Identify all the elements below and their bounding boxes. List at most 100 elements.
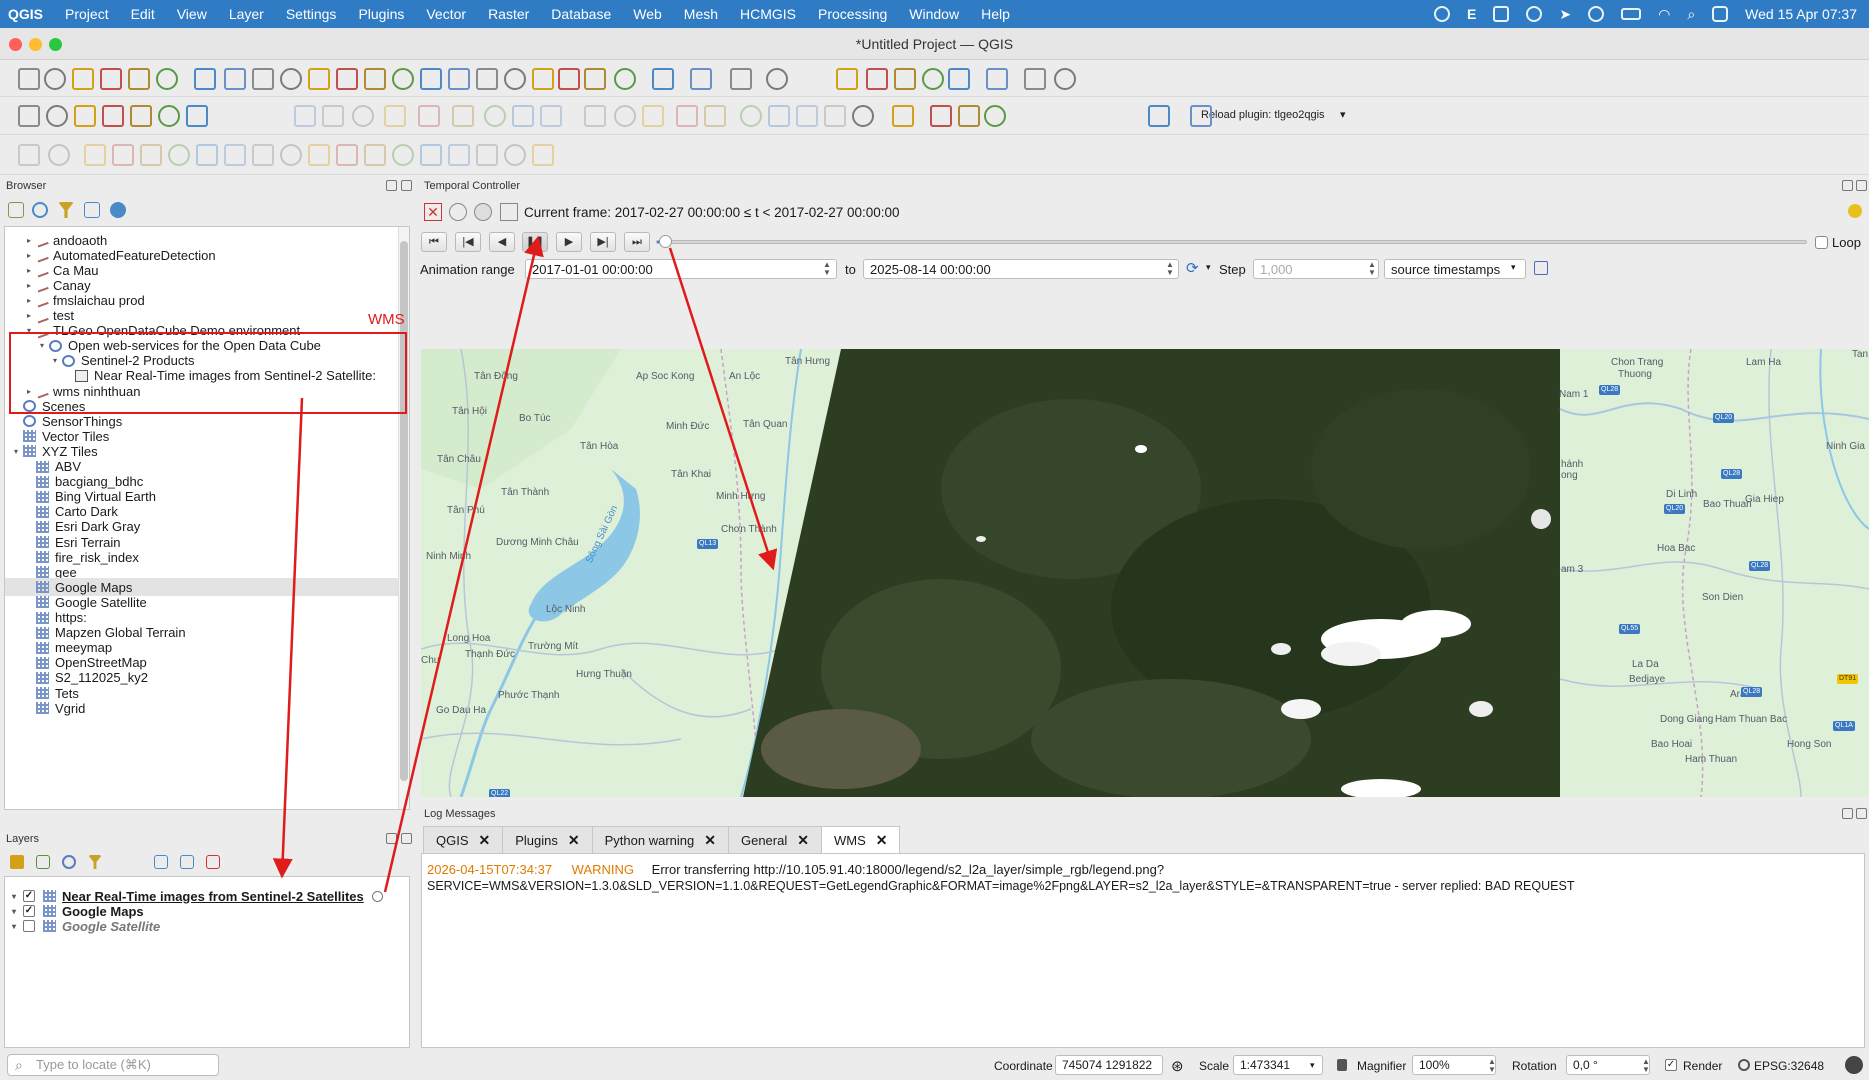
tb2-tool-21-icon[interactable] [704,105,726,127]
rotation-input[interactable]: 0,0 ° [1566,1055,1650,1075]
tb2-tool-19-icon[interactable] [642,105,664,127]
tb1-tool-2-icon[interactable] [44,68,66,90]
layer-visibility-checkbox[interactable] [23,920,35,932]
log-tab-python-warning[interactable]: Python warning ✕ [591,826,729,854]
minimize-window-button[interactable] [29,38,42,51]
filter-legend-icon[interactable] [88,855,102,869]
tb1-tool-15-icon[interactable] [420,68,442,90]
log-tab-plugins[interactable]: Plugins ✕ [502,826,593,854]
status-telegram-icon[interactable]: ➤ [1559,6,1571,23]
skip-to-end-button[interactable]: ⏭ [624,232,650,252]
tb2-tool-8-icon[interactable] [294,105,316,127]
tb1-tool-8-icon[interactable] [224,68,246,90]
tb1-tool-24-icon[interactable] [690,68,712,90]
tb1-tool-27-icon[interactable] [836,68,858,90]
scale-dropdown-icon[interactable]: ▾ [1310,1060,1315,1071]
tb1-tool-29-icon[interactable] [894,68,916,90]
browser-tree[interactable]: ▸ andoaoth ▸ AutomatedFeatureDetection ▸ Ca M… [4,226,410,810]
tb2-tool-3-icon[interactable] [74,105,96,127]
menu-database[interactable]: Database [540,6,622,22]
tb2-tool-1-icon[interactable] [18,105,40,127]
status-play-icon[interactable] [1526,6,1543,22]
tb3-tool-17-icon[interactable] [476,144,498,166]
tb2-tool-4-icon[interactable] [102,105,124,127]
layer-item-google-satellite[interactable]: ▾ Google Satellite [5,917,160,935]
menu-project[interactable]: Project [54,6,120,22]
menu-settings[interactable]: Settings [275,6,348,22]
layers-close-button[interactable] [401,833,412,844]
menu-hcmgis[interactable]: HCMGIS [729,6,807,22]
play-backward-button[interactable]: ◀ [489,232,515,252]
menu-window[interactable]: Window [898,6,970,22]
tb1-tool-31-icon[interactable] [948,68,970,90]
tb1-tool-33-icon[interactable] [1024,68,1046,90]
menu-web[interactable]: Web [622,6,673,22]
tb1-tool-22-icon[interactable] [614,68,636,90]
tb2-tool-29-icon[interactable] [958,105,980,127]
menu-layer[interactable]: Layer [218,6,275,22]
loop-checkbox[interactable] [1815,236,1828,249]
tb3-tool-7-icon[interactable] [196,144,218,166]
add-selected-layers-icon[interactable] [8,202,24,218]
lock-scale-icon[interactable] [1337,1059,1347,1071]
tb3-tool-5-icon[interactable] [140,144,162,166]
tb2-tool-22-icon[interactable] [740,105,762,127]
menu-mesh[interactable]: Mesh [673,6,729,22]
temporal-close-button[interactable] [1856,180,1867,191]
layer-visibility-checkbox[interactable]: ✓ [23,890,35,902]
range-refresh-icon[interactable]: ⟳ [1186,259,1199,277]
tb1-tool-20-icon[interactable] [558,68,580,90]
status-headphones-icon[interactable] [1588,6,1605,22]
temporal-movie-button[interactable] [500,203,518,221]
temporal-fixed-range-button[interactable] [449,203,467,221]
collapse-layers-icon[interactable] [180,855,194,869]
tb1-tool-5-icon[interactable] [128,68,150,90]
rewind-to-start-button[interactable]: ⏮ [421,232,447,252]
range-refresh-dropdown-icon[interactable]: ▾ [1206,262,1211,273]
chevron-right-icon[interactable]: ▸ [24,236,34,245]
tb1-tool-18-icon[interactable] [504,68,526,90]
tb1-tool-23-icon[interactable] [652,68,674,90]
menu-processing[interactable]: Processing [807,6,898,22]
map-canvas[interactable]: Tân Hưng Tân Đông Ap Soc Kong An Lộc Tân Hội… [421,349,1869,797]
previous-frame-button[interactable]: |◀ [455,232,481,252]
tb1-tool-9-icon[interactable] [252,68,274,90]
tb1-tool-32-icon[interactable] [986,68,1008,90]
remove-layer-icon[interactable] [206,855,220,869]
tb3-tool-3-icon[interactable] [84,144,106,166]
tb2-tool-28-icon[interactable] [930,105,952,127]
rotation-spinner[interactable]: ▲ ▼ [1642,1058,1650,1074]
tb3-tool-10-icon[interactable] [280,144,302,166]
chevron-right-icon[interactable]: ▸ [24,311,34,320]
temporal-off-button[interactable]: ✕ [424,203,442,221]
chevron-down-icon[interactable]: ▾ [11,447,21,456]
tb2-tool-16-icon[interactable] [540,105,562,127]
tb3-tool-4-icon[interactable] [112,144,134,166]
tb1-tool-17-icon[interactable] [476,68,498,90]
close-window-button[interactable] [9,38,22,51]
crs-label[interactable]: EPSG:32648 [1754,1059,1824,1073]
coordinate-input[interactable]: 745074 1291822 [1055,1055,1163,1075]
tb1-tool-10-icon[interactable] [280,68,302,90]
tb1-tool-4-icon[interactable] [100,68,122,90]
add-group-icon[interactable] [36,855,50,869]
tb1-tool-19-icon[interactable] [532,68,554,90]
time-slider-handle[interactable] [659,235,673,248]
tb1-tool-7-icon[interactable] [194,68,216,90]
tb1-tool-25-icon[interactable] [730,68,752,90]
tb2-tool-10-icon[interactable] [352,105,374,127]
tb2-tool-24-icon[interactable] [796,105,818,127]
tb3-tool-8-icon[interactable] [224,144,246,166]
status-e-icon[interactable]: E [1467,6,1476,22]
tb2-tool-15-icon[interactable] [512,105,534,127]
control-center-icon[interactable] [1712,6,1729,22]
range-end-spinner[interactable]: ▲ ▼ [1166,261,1174,277]
tb3-tool-2-icon[interactable] [48,144,70,166]
step-unit-select[interactable]: source timestamps [1384,259,1526,279]
step-input[interactable]: 1,000 [1253,259,1379,279]
manage-visibility-icon[interactable] [62,855,76,869]
messages-icon[interactable] [1845,1056,1863,1074]
tb2-tool-31-icon[interactable] [1148,105,1170,127]
close-icon[interactable]: ✕ [797,832,809,849]
range-end-input[interactable]: 2025-08-14 00:00:00 [863,259,1179,279]
